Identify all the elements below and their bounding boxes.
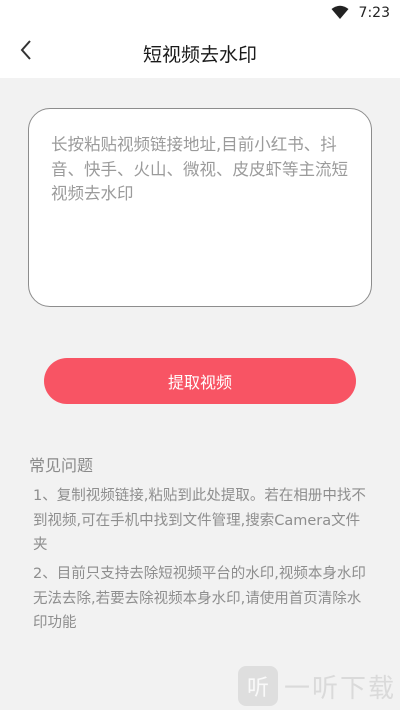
status-icons: 7:23 [331, 4, 390, 22]
link-input[interactable] [28, 108, 372, 307]
watermark-text: 一听下载 [283, 673, 396, 704]
extract-video-button[interactable]: 提取视频 [44, 358, 356, 404]
wifi-icon [331, 4, 349, 23]
faq-title: 常见问题 [29, 456, 94, 475]
faq-item-1: 1、复制视频链接,粘贴到此处提取。若在相册中找不到视频,可在手机中找到文件管理,… [33, 488, 366, 553]
site-watermark: 听 一听下载 [237, 666, 396, 706]
status-time: 7:23 [358, 5, 390, 21]
app-header: 短视频去水印 [0, 26, 400, 78]
faq-item-2: 2、目前只支持去除短视频平台的水印,视频本身水印无法去除,若要去除视频本身水印,… [33, 566, 366, 631]
status-bar: 7:23 [0, 0, 400, 26]
extract-video-label: 提取视频 [167, 373, 232, 392]
watermark-logo: 听 [237, 666, 278, 706]
page-title: 短视频去水印 [142, 44, 257, 66]
